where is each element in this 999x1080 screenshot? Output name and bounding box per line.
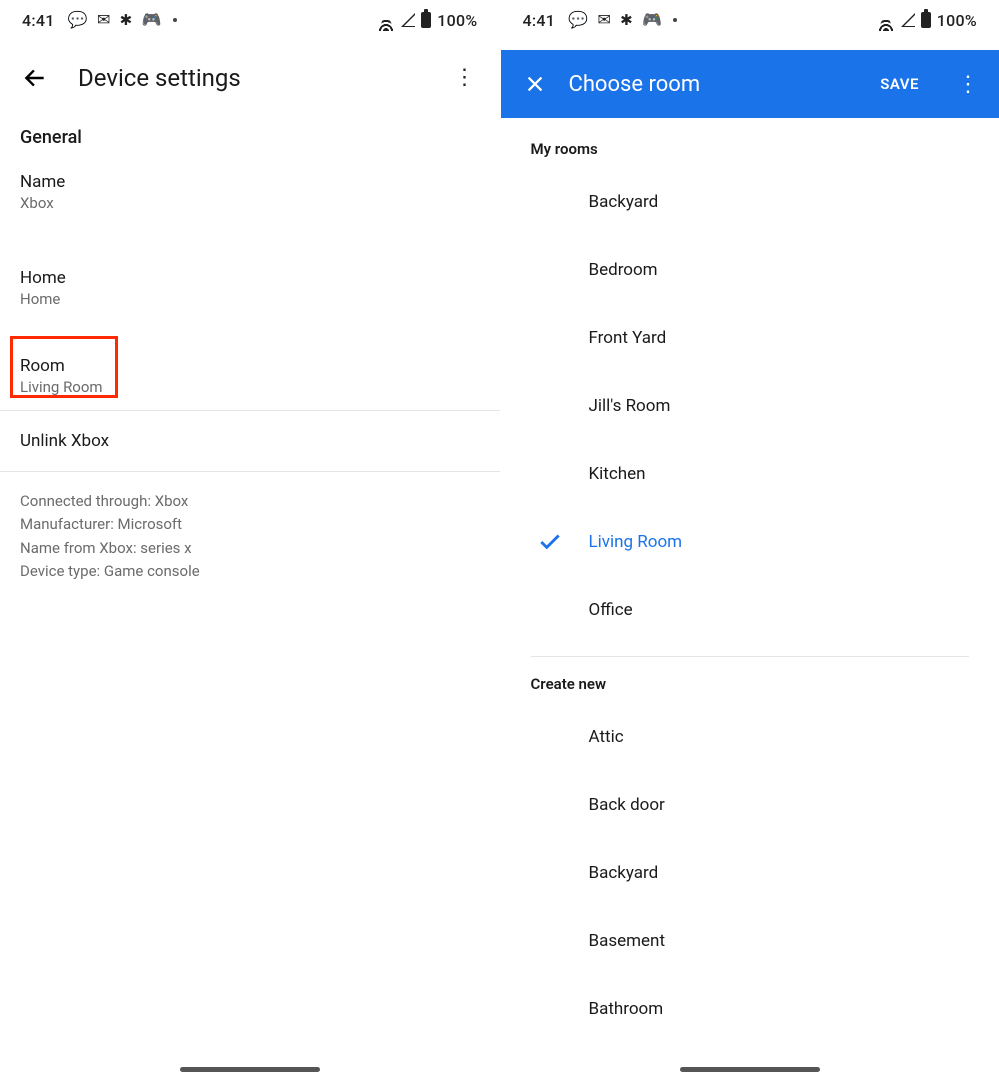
battery-icon	[921, 12, 931, 28]
row-home-value: Home	[20, 290, 480, 308]
row-room[interactable]: Room Living Room	[0, 342, 500, 410]
room-option[interactable]: Jill's Room	[501, 372, 999, 440]
screen-device-settings: 4:41 💬 ✉ ✱ 🎮 100% Device settings ⋮ Gene…	[0, 0, 500, 1080]
battery-icon	[421, 12, 431, 28]
room-option-label: Front Yard	[589, 328, 667, 348]
nav-bar	[0, 1058, 500, 1080]
notif-chat-icon: 💬	[568, 12, 588, 28]
wifi-icon	[877, 13, 895, 27]
info-line: Name from Xbox: series x	[20, 537, 480, 560]
statusbar: 4:41 💬 ✉ ✱ 🎮 100%	[501, 0, 999, 40]
section-my-rooms-header: My rooms	[501, 118, 999, 168]
row-name-label: Name	[20, 172, 480, 192]
room-option-label: Back door	[589, 795, 665, 815]
row-home-label: Home	[20, 268, 480, 288]
row-name[interactable]: Name Xbox	[0, 158, 500, 226]
room-option-label: Kitchen	[589, 464, 646, 484]
nav-handle[interactable]	[680, 1067, 820, 1072]
info-line: Device type: Game console	[20, 560, 480, 583]
statusbar: 4:41 💬 ✉ ✱ 🎮 100%	[0, 0, 500, 40]
row-room-label: Room	[20, 356, 480, 376]
status-time: 4:41	[22, 11, 55, 30]
notif-messenger-icon: ✉	[97, 12, 111, 28]
notif-slack-icon: ✱	[620, 13, 633, 28]
row-unlink[interactable]: Unlink Xbox	[0, 411, 500, 471]
room-option-label: Backyard	[589, 192, 659, 212]
room-option[interactable]: Kitchen	[501, 440, 999, 508]
row-name-value: Xbox	[20, 194, 480, 212]
overflow-menu-icon[interactable]: ⋮	[939, 72, 979, 97]
signal-icon	[901, 13, 915, 27]
wifi-icon	[377, 13, 395, 27]
overflow-menu-icon[interactable]: ⋮	[450, 65, 480, 90]
notif-controller-icon: 🎮	[142, 12, 162, 28]
room-option-label: Living Room	[589, 532, 683, 552]
nav-handle[interactable]	[180, 1067, 320, 1072]
notif-messenger-icon: ✉	[597, 12, 611, 28]
room-option[interactable]: Attic	[501, 703, 999, 771]
device-info: Connected through: Xbox Manufacturer: Mi…	[0, 472, 500, 601]
signal-icon	[401, 13, 415, 27]
room-option-label: Bathroom	[589, 999, 664, 1019]
close-icon[interactable]	[521, 70, 549, 98]
room-option[interactable]: Back door	[501, 771, 999, 839]
check-icon	[537, 529, 563, 555]
notif-slack-icon: ✱	[120, 13, 133, 28]
notif-controller-icon: 🎮	[642, 12, 662, 28]
room-option[interactable]: Bedroom	[501, 236, 999, 304]
section-create-new-header: Create new	[501, 657, 999, 703]
room-option[interactable]: Living Room	[501, 508, 999, 576]
page-title: Choose room	[569, 72, 861, 97]
notif-chat-icon: 💬	[68, 12, 88, 28]
nav-bar	[501, 1058, 999, 1080]
section-general-header: General	[0, 115, 500, 158]
room-option[interactable]: Backyard	[501, 168, 999, 236]
page-title: Device settings	[78, 64, 422, 92]
back-arrow-icon[interactable]	[20, 63, 50, 93]
room-option-label: Jill's Room	[589, 396, 671, 416]
info-line: Connected through: Xbox	[20, 490, 480, 513]
appbar-choose-room: Choose room SAVE ⋮	[501, 50, 999, 118]
room-option[interactable]: Office	[501, 576, 999, 644]
room-option-label: Backyard	[589, 863, 659, 883]
room-option-label: Basement	[589, 931, 666, 951]
info-line: Manufacturer: Microsoft	[20, 513, 480, 536]
save-button[interactable]: SAVE	[880, 75, 919, 93]
notif-more-dot	[173, 18, 177, 22]
room-option-label: Attic	[589, 727, 624, 747]
room-option[interactable]: Basement	[501, 907, 999, 975]
row-home[interactable]: Home Home	[0, 254, 500, 322]
room-option[interactable]: Front Yard	[501, 304, 999, 372]
screen-choose-room: 4:41 💬 ✉ ✱ 🎮 100% Choose room SAVE ⋮ My	[500, 0, 999, 1080]
battery-percent: 100%	[437, 11, 477, 30]
battery-percent: 100%	[937, 11, 977, 30]
room-option[interactable]: Bathroom	[501, 975, 999, 1043]
row-room-value: Living Room	[20, 378, 480, 396]
room-option-label: Office	[589, 600, 633, 620]
appbar: Device settings ⋮	[0, 40, 500, 115]
notif-more-dot	[673, 18, 677, 22]
room-option-label: Bedroom	[589, 260, 658, 280]
room-option[interactable]: Backyard	[501, 839, 999, 907]
status-time: 4:41	[523, 11, 556, 30]
